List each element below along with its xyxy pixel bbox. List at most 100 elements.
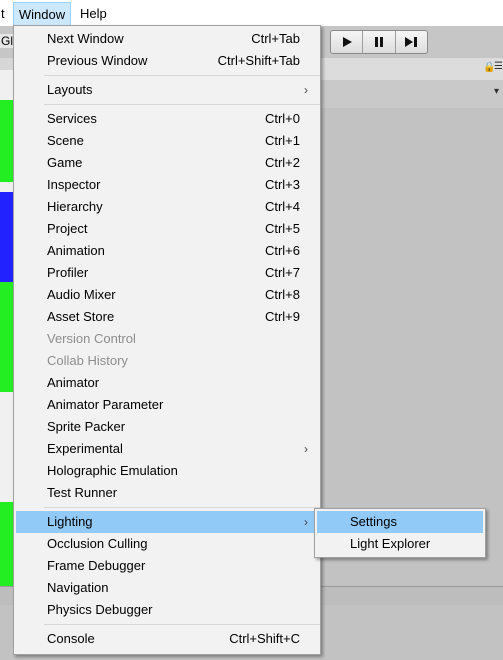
submenu-item-light-explorer[interactable]: Light Explorer: [317, 533, 483, 555]
menu-item-shortcut: Ctrl+Shift+C: [229, 631, 300, 646]
panel-menu-icon[interactable]: ☰: [494, 61, 503, 72]
menu-item-experimental[interactable]: Experimental ›: [16, 438, 318, 460]
menu-item-shortcut: Ctrl+Shift+Tab: [217, 53, 300, 68]
menu-item-collab-history: Collab History: [16, 350, 318, 372]
chevron-right-icon: ›: [304, 83, 308, 97]
scene-strip: [0, 100, 14, 182]
step-icon: [405, 37, 418, 47]
menu-item-audio-mixer[interactable]: Audio Mixer Ctrl+8: [16, 284, 318, 306]
menu-item-occlusion-culling[interactable]: Occlusion Culling: [16, 533, 318, 555]
menu-item-label: Console: [47, 631, 95, 646]
menu-item-label: Next Window: [47, 31, 124, 46]
menu-item-profiler[interactable]: Profiler Ctrl+7: [16, 262, 318, 284]
menu-item-shortcut: Ctrl+9: [264, 309, 300, 324]
menu-item-asset-store[interactable]: Asset Store Ctrl+9: [16, 306, 318, 328]
menu-item-shortcut: Ctrl+Tab: [251, 31, 300, 46]
menu-item-label: Layouts: [47, 82, 93, 97]
menu-item-console[interactable]: Console Ctrl+Shift+C: [16, 628, 318, 650]
menu-item-label: Lighting: [47, 514, 93, 529]
submenu-item-settings[interactable]: Settings: [317, 511, 483, 533]
menu-edit[interactable]: t: [0, 0, 11, 26]
scene-view-edge[interactable]: [0, 58, 14, 588]
menu-item-shortcut: Ctrl+4: [264, 199, 300, 214]
menu-item-layouts[interactable]: Layouts ›: [16, 79, 318, 101]
menu-item-label: Game: [47, 155, 83, 170]
menu-bar: t Window Help: [0, 0, 503, 27]
menu-item-shortcut: Ctrl+5: [264, 221, 300, 236]
menu-item-shortcut: Ctrl+6: [264, 243, 300, 258]
menu-window[interactable]: Window: [13, 2, 71, 26]
playback-controls: [330, 30, 428, 54]
menu-item-shortcut: Ctrl+8: [264, 287, 300, 302]
menu-help[interactable]: Help: [80, 0, 107, 26]
menu-item-shortcut: Ctrl+2: [264, 155, 300, 170]
menu-item-label: Services: [47, 111, 97, 126]
menu-item-label: Version Control: [47, 331, 136, 346]
pause-button[interactable]: [363, 31, 396, 53]
menu-item-hierarchy[interactable]: Hierarchy Ctrl+4: [16, 196, 318, 218]
menu-separator: [44, 104, 320, 105]
chevron-right-icon: ›: [304, 442, 308, 456]
pause-icon: [374, 37, 383, 47]
menu-item-label: Test Runner: [47, 485, 118, 500]
lighting-submenu: Settings Light Explorer: [314, 508, 486, 558]
menu-item-previous-window[interactable]: Previous Window Ctrl+Shift+Tab: [16, 50, 318, 72]
menu-item-animator[interactable]: Animator: [16, 372, 318, 394]
play-icon: [342, 37, 352, 47]
menu-item-holographic-emulation[interactable]: Holographic Emulation: [16, 460, 318, 482]
menu-item-label: Collab History: [47, 353, 128, 368]
menu-item-label: Animation: [47, 243, 105, 258]
submenu-item-label: Light Explorer: [350, 536, 431, 551]
menu-item-test-runner[interactable]: Test Runner: [16, 482, 318, 504]
menu-item-version-control: Version Control: [16, 328, 318, 350]
menu-item-label: Audio Mixer: [47, 287, 116, 302]
menu-item-lighting[interactable]: Lighting ›: [16, 511, 318, 533]
menu-item-label: Experimental: [47, 441, 123, 456]
menu-item-shortcut: Ctrl+0: [264, 111, 300, 126]
menu-item-label: Animator Parameter: [47, 397, 164, 412]
inspector-header: 🔒 ☰: [320, 58, 503, 81]
menu-separator: [44, 75, 320, 76]
menu-item-services[interactable]: Services Ctrl+0: [16, 108, 318, 130]
menu-item-label: Sprite Packer: [47, 419, 126, 434]
menu-item-frame-debugger[interactable]: Frame Debugger: [16, 555, 318, 577]
scene-strip: [0, 182, 14, 192]
scene-strip: [0, 70, 14, 100]
menu-item-animation[interactable]: Animation Ctrl+6: [16, 240, 318, 262]
menu-item-label: Navigation: [47, 580, 109, 595]
menu-item-label: Scene: [47, 133, 84, 148]
menu-item-inspector[interactable]: Inspector Ctrl+3: [16, 174, 318, 196]
scene-strip: [0, 392, 14, 502]
menu-item-project[interactable]: Project Ctrl+5: [16, 218, 318, 240]
menu-separator: [44, 507, 320, 508]
menu-item-label: Asset Store: [47, 309, 115, 324]
play-button[interactable]: [331, 31, 364, 53]
scene-strip: [0, 282, 14, 392]
menu-item-physics-debugger[interactable]: Physics Debugger: [16, 599, 318, 621]
menu-item-navigation[interactable]: Navigation: [16, 577, 318, 599]
menu-item-label: Holographic Emulation: [47, 463, 178, 478]
menu-item-label: Inspector: [47, 177, 101, 192]
menu-item-shortcut: Ctrl+7: [264, 265, 300, 280]
menu-item-shortcut: Ctrl+3: [264, 177, 300, 192]
menu-item-label: Occlusion Culling: [47, 536, 148, 551]
inspector-toolbar: ▾: [320, 80, 503, 108]
menu-item-label: Previous Window: [47, 53, 148, 68]
menu-item-label: Hierarchy: [47, 199, 103, 214]
scene-strip: [0, 502, 14, 588]
step-button[interactable]: [396, 31, 427, 53]
menu-item-scene[interactable]: Scene Ctrl+1: [16, 130, 318, 152]
menu-item-animator-parameter[interactable]: Animator Parameter: [16, 394, 318, 416]
menu-item-game[interactable]: Game Ctrl+2: [16, 152, 318, 174]
menu-item-next-window[interactable]: Next Window Ctrl+Tab: [16, 28, 318, 50]
chevron-right-icon: ›: [304, 515, 308, 529]
dropdown-icon[interactable]: ▾: [494, 86, 499, 97]
scene-tab-fragment[interactable]: Gl: [0, 34, 14, 48]
menu-item-label: Project: [47, 221, 88, 236]
menu-separator: [44, 624, 320, 625]
menu-item-shortcut: Ctrl+1: [264, 133, 300, 148]
menu-item-sprite-packer[interactable]: Sprite Packer: [16, 416, 318, 438]
menu-item-label: Physics Debugger: [47, 602, 153, 617]
window-menu: Next Window Ctrl+Tab Previous Window Ctrl+S…: [13, 25, 321, 655]
submenu-item-label: Settings: [350, 514, 397, 529]
